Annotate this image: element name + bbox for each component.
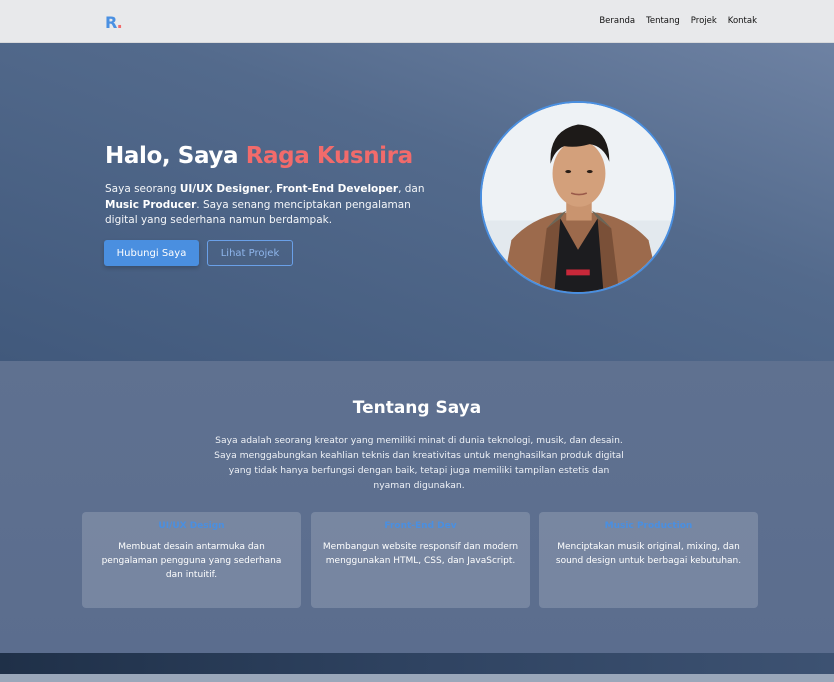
- logo[interactable]: R.: [105, 13, 123, 32]
- nav-link-projek[interactable]: Projek: [691, 16, 717, 26]
- logo-letter: R: [105, 13, 118, 32]
- profile-portrait-illustration: [482, 103, 674, 292]
- view-projects-button[interactable]: Lihat Projek: [207, 240, 293, 266]
- nav-link-tentang[interactable]: Tentang: [646, 16, 680, 26]
- skill-card-title: UI/UX Design: [158, 521, 225, 531]
- skill-card-music: Music Production Menciptakan musik origi…: [539, 512, 758, 608]
- contact-button[interactable]: Hubungi Saya: [104, 240, 199, 266]
- nav-link-beranda[interactable]: Beranda: [599, 16, 635, 26]
- skill-card-uiux: UI/UX Design Membuat desain antarmuka da…: [82, 512, 301, 608]
- hero-greeting: Halo, Saya: [105, 143, 246, 169]
- skill-card-desc: Membangun website responsif dan modern m…: [322, 542, 519, 566]
- about-section: Tentang Saya Saya adalah seorang kreator…: [0, 361, 834, 653]
- role-frontend: Front-End Developer: [276, 183, 399, 195]
- profile-photo: [480, 101, 676, 294]
- bottom-divider: [0, 674, 834, 682]
- hero-section: Halo, Saya Raga Kusnira Saya seorang UI/…: [0, 43, 834, 361]
- logo-dot: .: [116, 13, 123, 32]
- role-music: Music Producer: [105, 198, 197, 211]
- about-text: Saya adalah seorang kreator yang memilik…: [214, 435, 624, 491]
- skill-card-desc: Membuat desain antarmuka dan pengalaman …: [101, 542, 282, 580]
- skill-card-frontend: Front-End Dev Membangun website responsi…: [311, 512, 530, 608]
- nav-links: Beranda Tentang Projek Kontak: [599, 16, 757, 26]
- skill-card-title: Music Production: [604, 521, 693, 531]
- hero-intro: Saya seorang UI/UX Designer, Front-End D…: [105, 182, 445, 229]
- skill-card-title: Front-End Dev: [384, 521, 457, 531]
- role-uiux: UI/UX Designer: [179, 183, 270, 195]
- hero-intro-lead: Saya seorang: [105, 183, 180, 195]
- hero-name: Raga Kusnira: [245, 143, 413, 169]
- nav-link-kontak[interactable]: Kontak: [728, 16, 757, 26]
- hero-title: Halo, Saya Raga Kusnira: [105, 143, 413, 169]
- skill-card-desc: Menciptakan musik original, mixing, dan …: [555, 542, 742, 566]
- about-title: Tentang Saya: [352, 398, 482, 418]
- hero-sep-2: , dan: [398, 183, 425, 195]
- navbar: R. Beranda Tentang Projek Kontak: [0, 0, 834, 43]
